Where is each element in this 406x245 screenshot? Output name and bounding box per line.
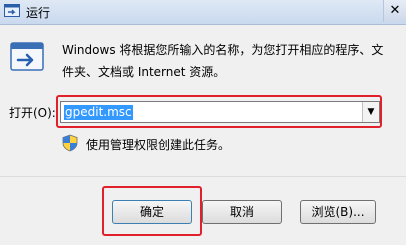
- run-app-icon: [4, 4, 20, 18]
- browse-button[interactable]: 浏览(B)...: [300, 200, 376, 224]
- dialog-description: Windows 将根据您所输入的名称，为您打开相应的程序、文件夹、文档或 Int…: [62, 43, 384, 79]
- uac-shield-icon: [62, 134, 78, 152]
- cancel-button[interactable]: 取消: [202, 200, 282, 224]
- input-highlight-outline: [56, 95, 382, 128]
- ok-highlight-outline: [102, 186, 202, 236]
- close-button[interactable]: ✕: [383, 0, 406, 22]
- window-title: 运行: [26, 6, 51, 20]
- open-label: 打开(O):: [9, 106, 56, 120]
- run-program-icon: [10, 40, 44, 74]
- title-bar: 运行 ✕: [0, 0, 406, 25]
- admin-note: 使用管理权限创建此任务。: [86, 138, 231, 152]
- close-icon: ✕: [389, 3, 401, 18]
